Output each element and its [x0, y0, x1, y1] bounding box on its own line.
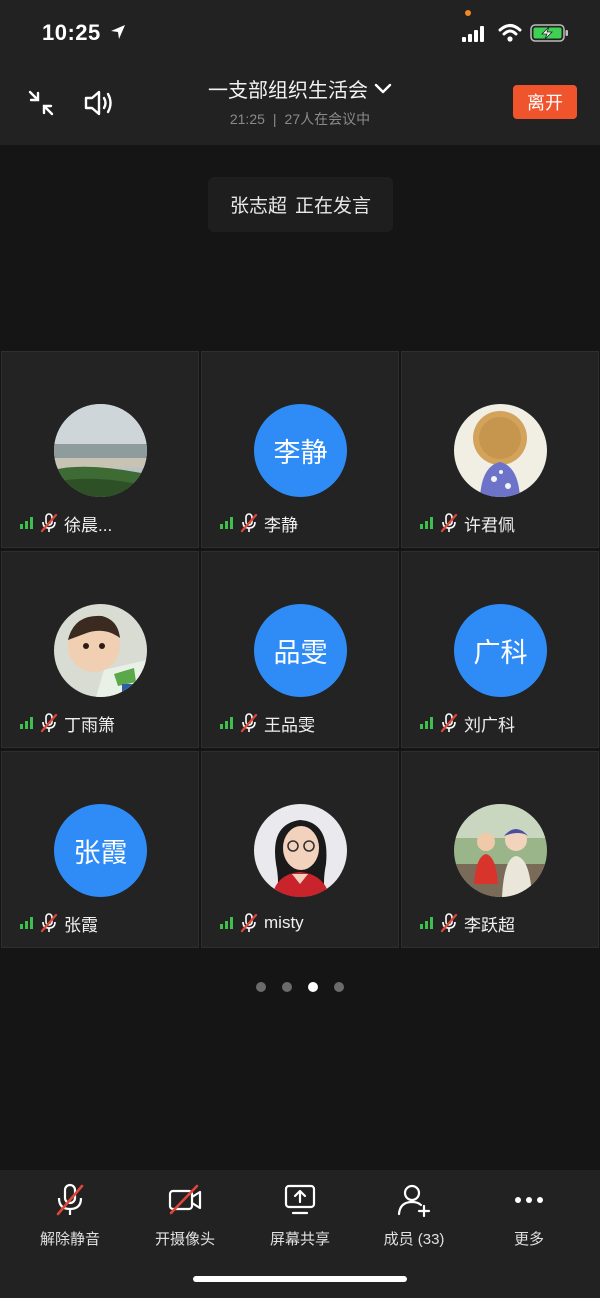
woman-photo-icon	[254, 804, 347, 897]
mic-muted-icon	[240, 913, 258, 933]
participant-footer: 刘广科	[420, 713, 515, 735]
unmute-button[interactable]: 解除静音	[15, 1182, 125, 1249]
participant-name: 李静	[264, 515, 298, 535]
members-label: 成员 (33)	[383, 1231, 445, 1248]
home-indicator[interactable]	[193, 1276, 407, 1282]
network-signal-icon	[20, 917, 33, 929]
avatar-photo	[454, 804, 547, 897]
mic-muted-icon	[40, 913, 58, 933]
participant-name: 徐晨...	[64, 515, 113, 535]
avatar-photo	[254, 804, 347, 897]
network-signal-icon	[420, 517, 433, 529]
speaking-status: 正在发言	[295, 196, 372, 217]
mic-muted-icon	[40, 513, 58, 533]
camera-off-icon	[168, 1184, 202, 1215]
leave-button[interactable]: 离开	[513, 85, 577, 119]
screen-share-label: 屏幕共享	[269, 1231, 330, 1248]
mic-muted-icon	[240, 513, 258, 533]
network-signal-icon	[220, 717, 233, 729]
child-photo-icon	[54, 604, 147, 697]
participant-name: 王品雯	[264, 715, 315, 735]
avatar-initials: 李静	[254, 404, 347, 497]
status-time: 10:25	[42, 20, 101, 45]
avatar-initials: 张霞	[54, 804, 147, 897]
participant-footer: 王品雯	[220, 713, 315, 735]
speaker-name: 张志超	[229, 196, 287, 217]
landscape-photo-icon	[54, 404, 147, 497]
mic-muted-icon	[440, 913, 458, 933]
members-button[interactable]: 成员 (33)	[359, 1182, 469, 1249]
avatar-initials: 广科	[454, 604, 547, 697]
more-button[interactable]: 更多	[474, 1182, 584, 1249]
avatar-initials: 品雯	[254, 604, 347, 697]
network-signal-icon	[20, 717, 33, 729]
page-dot[interactable]	[334, 982, 344, 992]
participant-footer: misty	[220, 913, 304, 933]
cellular-signal-icon	[462, 26, 484, 42]
participant-count: 27人在会议中	[284, 111, 371, 127]
participant-footer: 徐晨...	[20, 513, 113, 535]
mic-muted-icon	[240, 713, 258, 733]
participant-tile[interactable]: 广科 刘广科	[401, 551, 599, 748]
meeting-title: 一支部组织生活会	[208, 80, 368, 102]
participant-tile[interactable]: 品雯 王品雯	[201, 551, 399, 748]
location-arrow-icon	[111, 25, 125, 39]
network-signal-icon	[220, 517, 233, 529]
avatar-photo	[454, 404, 547, 497]
participant-name: 刘广科	[464, 715, 515, 735]
participant-footer: 张霞	[20, 913, 98, 935]
participant-tile[interactable]: 张霞 张霞	[1, 751, 199, 948]
battery-charging-icon	[530, 24, 568, 42]
network-signal-icon	[420, 717, 433, 729]
more-label: 更多	[513, 1231, 544, 1248]
meeting-screen: 10:25 一支部组织生活会 21:25 | 27人在会议中 离开 张志超 正在…	[0, 0, 600, 1298]
camera-label: 开摄像头	[154, 1231, 215, 1248]
participant-tile[interactable]: 李跃超	[401, 751, 599, 948]
participant-name: 丁雨箫	[64, 715, 115, 735]
meeting-duration: 21:25	[229, 111, 265, 127]
page-dot-active[interactable]	[308, 982, 318, 992]
network-signal-icon	[20, 517, 33, 529]
avatar-photo	[54, 604, 147, 697]
page-indicator[interactable]	[0, 982, 600, 992]
page-dot[interactable]	[256, 982, 266, 992]
participant-name: 张霞	[64, 915, 98, 935]
participant-grid: 徐晨... 李静 李静 许君佩 丁雨箫 品雯 王品雯 广科 刘广科 张霞 张霞 …	[0, 350, 600, 950]
wifi-icon	[498, 24, 522, 42]
mic-muted-icon	[56, 1183, 84, 1216]
participant-tile[interactable]: 徐晨...	[1, 351, 199, 548]
mic-muted-icon	[440, 513, 458, 533]
more-dots-icon	[515, 1197, 543, 1203]
participant-footer: 李静	[220, 513, 298, 535]
speaking-toast: 张志超 正在发言	[208, 177, 393, 232]
unmute-label: 解除静音	[39, 1231, 100, 1248]
camera-button[interactable]: 开摄像头	[130, 1182, 240, 1249]
participant-footer: 丁雨箫	[20, 713, 115, 735]
screen-share-button[interactable]: 屏幕共享	[245, 1182, 355, 1249]
meeting-subtitle: 21:25 | 27人在会议中	[229, 111, 371, 127]
privacy-indicator	[465, 10, 471, 16]
participant-footer: 许君佩	[420, 513, 515, 535]
participant-tile[interactable]: misty	[201, 751, 399, 948]
top-bar: 10:25 一支部组织生活会 21:25 | 27人在会议中 离开	[0, 0, 600, 145]
chevron-down-icon[interactable]	[374, 82, 392, 96]
network-signal-icon	[420, 917, 433, 929]
mic-muted-icon	[440, 713, 458, 733]
family-photo-icon	[454, 804, 547, 897]
avatar-photo	[54, 404, 147, 497]
add-member-icon	[397, 1184, 431, 1218]
network-signal-icon	[220, 917, 233, 929]
participant-footer: 李跃超	[420, 913, 515, 935]
participant-tile[interactable]: 丁雨箫	[1, 551, 199, 748]
participant-tile[interactable]: 李静 李静	[201, 351, 399, 548]
participant-name: 李跃超	[464, 915, 515, 935]
participant-tile[interactable]: 许君佩	[401, 351, 599, 548]
participant-name: 许君佩	[464, 515, 515, 535]
mic-muted-icon	[40, 713, 58, 733]
page-dot[interactable]	[282, 982, 292, 992]
participant-name: misty	[264, 913, 304, 932]
hat-photo-icon	[454, 404, 547, 497]
screen-share-icon	[284, 1184, 316, 1215]
meeting-title-block[interactable]: 一支部组织生活会 21:25 | 27人在会议中	[0, 74, 600, 129]
